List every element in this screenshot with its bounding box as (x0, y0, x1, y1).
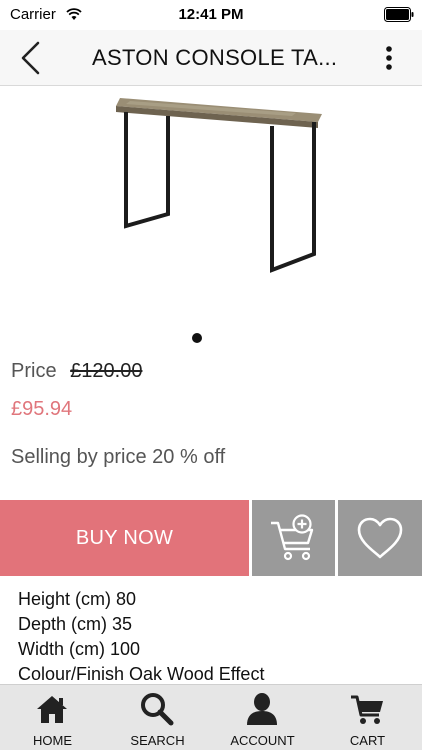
price-label: Price (11, 360, 57, 382)
product-specs: Height (cm) 80 Depth (cm) 35 Width (cm) … (18, 587, 408, 687)
carousel-page-indicator[interactable] (192, 333, 202, 343)
buy-now-button[interactable]: BUY NOW (0, 500, 249, 576)
action-bar: BUY NOW (0, 500, 422, 576)
discount-text: Selling by price 20 % off (11, 446, 226, 468)
heart-icon (357, 517, 403, 559)
console-table-image (116, 98, 322, 273)
original-price: £120.00 (70, 360, 143, 382)
tab-bar: HOME SEARCH ACCOUNT CART (0, 684, 422, 750)
tab-search[interactable]: SEARCH (105, 685, 210, 750)
page-title: ASTON CONSOLE TA... (92, 45, 338, 70)
cart-plus-icon (270, 514, 313, 561)
wishlist-button[interactable] (338, 500, 422, 576)
spec-height: Height (cm) 80 (18, 589, 137, 609)
add-to-cart-button[interactable] (252, 500, 335, 576)
tab-cart-label: CART (349, 733, 386, 748)
account-icon (247, 693, 277, 725)
navigation-bar: ASTON CONSOLE TA... (0, 30, 422, 86)
tab-account[interactable]: ACCOUNT (210, 685, 315, 750)
status-bar: Carrier 12:41 PM (0, 0, 422, 30)
tab-cart[interactable]: CART (315, 685, 420, 750)
sale-price: £95.94 (11, 398, 73, 420)
cart-icon (351, 695, 383, 724)
home-icon (37, 696, 67, 723)
tab-search-label: SEARCH (130, 733, 185, 748)
battery-icon (384, 7, 414, 22)
price-row: Price £120.00 (11, 360, 142, 383)
vertical-dots-icon[interactable] (384, 42, 394, 74)
spec-width: Width (cm) 100 (18, 639, 141, 659)
chevron-left-icon[interactable] (14, 40, 48, 76)
tab-account-label: ACCOUNT (230, 733, 295, 748)
tab-home-label: HOME (33, 733, 72, 748)
clock: 12:41 PM (178, 6, 244, 23)
spec-depth: Depth (cm) 35 (18, 614, 133, 634)
tab-home[interactable]: HOME (0, 685, 105, 750)
search-icon (141, 693, 174, 726)
